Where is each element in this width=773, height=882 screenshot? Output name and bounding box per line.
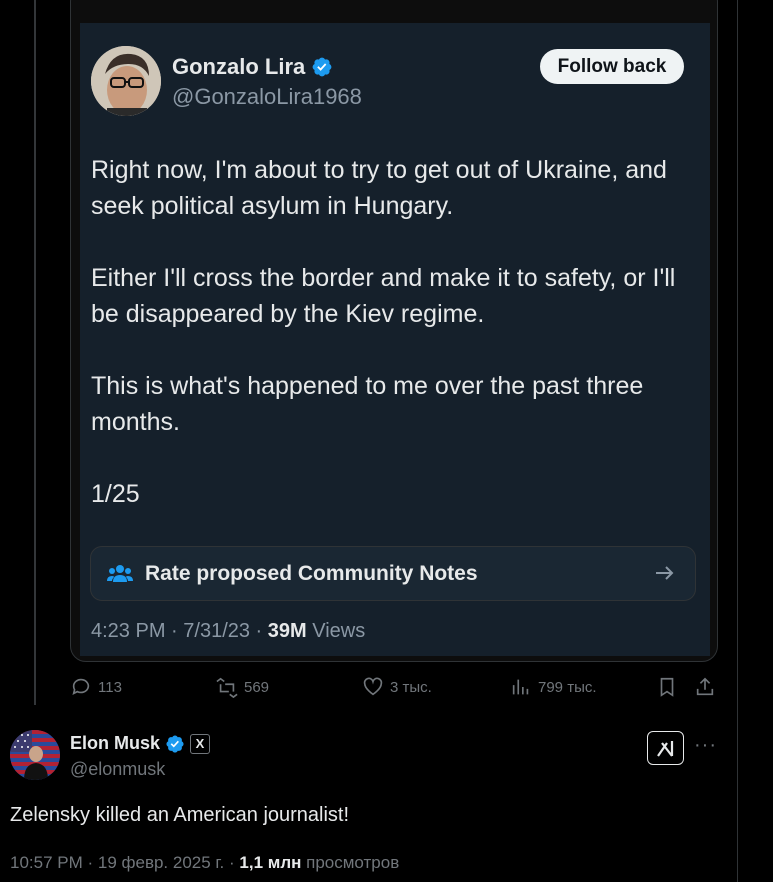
quoted-author-handle[interactable]: @GonzaloLira1968 bbox=[172, 84, 362, 110]
share-button[interactable] bbox=[694, 676, 716, 698]
community-notes-label: Rate proposed Community Notes bbox=[145, 562, 478, 585]
tweet-action-bar: 113 569 3 тыс. 799 тыс. bbox=[0, 676, 737, 704]
community-notes-icon bbox=[107, 565, 133, 582]
tweet-meta: 10:57 PM · 19 февр. 2025 г. · 1,1 млн пр… bbox=[10, 853, 400, 872]
like-icon bbox=[363, 677, 383, 696]
repost-count: 569 bbox=[244, 678, 270, 696]
bookmark-button[interactable] bbox=[656, 676, 678, 698]
repost-button[interactable]: 569 bbox=[216, 676, 269, 698]
more-icon[interactable]: ··· bbox=[694, 734, 718, 758]
views-count: 799 тыс. bbox=[538, 678, 597, 696]
bookmark-icon bbox=[660, 677, 674, 697]
arrow-right-icon bbox=[656, 566, 674, 580]
tweet-paragraph: This is what's happened to me over the p… bbox=[91, 372, 644, 436]
follow-back-button[interactable]: Follow back bbox=[540, 49, 684, 84]
reply-icon bbox=[72, 678, 90, 695]
quoted-author-name[interactable]: Gonzalo Lira bbox=[172, 54, 333, 80]
reply-button[interactable]: 113 bbox=[70, 676, 122, 698]
thread-connector-line bbox=[34, 0, 36, 705]
tweet-paragraph: 1/25 bbox=[91, 480, 140, 508]
quoted-author-name-text: Gonzalo Lira bbox=[172, 54, 306, 79]
tweet-detail-page: Gonzalo Lira @GonzaloLira1968 Follow bac… bbox=[0, 0, 773, 882]
reply-count: 113 bbox=[98, 678, 122, 696]
gonzalo-lira-avatar[interactable] bbox=[91, 46, 161, 116]
quoted-tweet-date[interactable]: 7/31/23 bbox=[183, 620, 250, 642]
author-name-text: Elon Musk bbox=[70, 733, 161, 753]
views-icon bbox=[512, 679, 529, 695]
tweet-date[interactable]: 19 февр. 2025 г. bbox=[98, 853, 224, 872]
tweet-paragraph: Either I'll cross the border and make it… bbox=[91, 264, 676, 328]
share-icon bbox=[696, 677, 714, 696]
author-name[interactable]: Elon Musk X bbox=[70, 733, 211, 754]
tweet-views-count: 1,1 млн bbox=[239, 853, 302, 872]
tweet-views-label: просмотров bbox=[306, 853, 400, 872]
grok-button[interactable] bbox=[647, 731, 684, 765]
verified-badge-icon bbox=[312, 57, 332, 77]
affiliate-x-badge[interactable]: X bbox=[190, 733, 211, 754]
elon-musk-avatar[interactable] bbox=[10, 730, 60, 780]
author-handle[interactable]: @elonmusk bbox=[70, 759, 165, 780]
quoted-views-count: 39M bbox=[267, 620, 307, 642]
column-border bbox=[737, 0, 738, 882]
views-button[interactable]: 799 тыс. bbox=[510, 676, 597, 698]
quoted-tweet-screenshot: Gonzalo Lira @GonzaloLira1968 Follow bac… bbox=[80, 23, 710, 656]
tweet-paragraph: Right now, I'm about to try to get out o… bbox=[91, 156, 667, 220]
community-notes-button[interactable]: Rate proposed Community Notes bbox=[90, 546, 696, 601]
like-count: 3 тыс. bbox=[390, 678, 432, 696]
tweet-time[interactable]: 10:57 PM bbox=[10, 853, 83, 872]
grok-icon bbox=[656, 741, 673, 757]
tweet-text: Zelensky killed an American journalist! bbox=[10, 804, 350, 826]
repost-icon bbox=[216, 677, 238, 698]
quoted-tweet-time[interactable]: 4:23 PM bbox=[91, 620, 165, 642]
quoted-views-label: Views bbox=[312, 620, 366, 642]
verified-badge-icon bbox=[166, 734, 184, 753]
like-button[interactable]: 3 тыс. bbox=[362, 676, 432, 698]
quoted-tweet-meta: 4:23 PM · 7/31/23 · 39M Views bbox=[91, 620, 366, 642]
